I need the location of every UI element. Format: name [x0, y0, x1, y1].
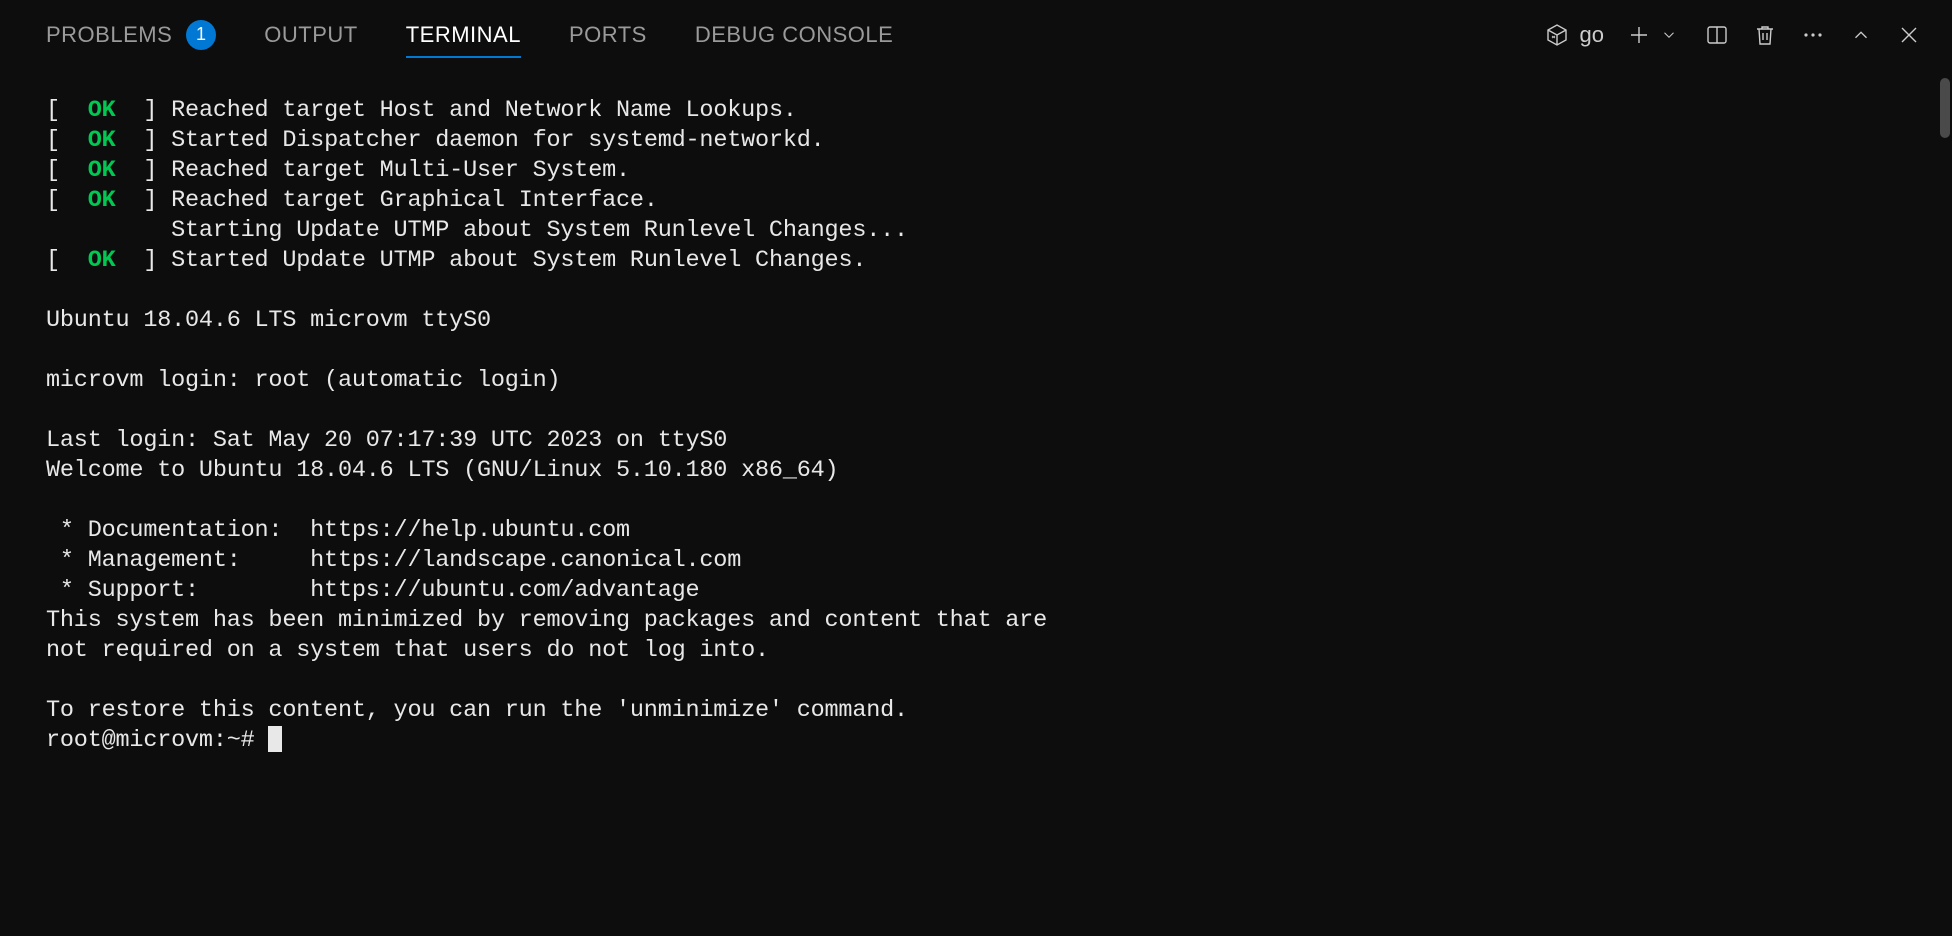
split-terminal-icon[interactable] — [1704, 22, 1730, 48]
terminal-line: [ OK ] Reached target Graphical Interfac… — [46, 186, 1906, 216]
tab-label: DEBUG CONSOLE — [695, 22, 893, 48]
terminal-line: root@microvm:~# — [46, 726, 1906, 756]
scrollbar-thumb[interactable] — [1940, 78, 1950, 138]
tab-problems[interactable]: PROBLEMS 1 — [46, 12, 216, 57]
terminal-profile-label: go — [1580, 22, 1604, 48]
more-actions-icon[interactable] — [1800, 22, 1826, 48]
terminal-line: * Documentation: https://help.ubuntu.com — [46, 516, 1906, 546]
terminal-line: * Management: https://landscape.canonica… — [46, 546, 1906, 576]
tab-debug-console[interactable]: DEBUG CONSOLE — [695, 12, 893, 57]
tab-label: TERMINAL — [406, 22, 521, 48]
terminal-line: [ OK ] Reached target Host and Network N… — [46, 96, 1906, 126]
close-panel-icon[interactable] — [1896, 22, 1922, 48]
tab-label: PORTS — [569, 22, 647, 48]
terminal-line: Ubuntu 18.04.6 LTS microvm ttyS0 — [46, 306, 1906, 336]
terminal-profile-icon — [1544, 22, 1570, 48]
terminal-line: * Support: https://ubuntu.com/advantage — [46, 576, 1906, 606]
problems-badge: 1 — [186, 20, 216, 50]
terminal-line — [46, 276, 1906, 306]
maximize-panel-icon[interactable] — [1848, 22, 1874, 48]
terminal-line: [ OK ] Started Update UTMP about System … — [46, 246, 1906, 276]
kill-terminal-icon[interactable] — [1752, 22, 1778, 48]
new-terminal-dropdown-icon[interactable] — [1656, 22, 1682, 48]
terminal-line: To restore this content, you can run the… — [46, 696, 1906, 726]
terminal-cursor — [268, 726, 282, 752]
tab-label: OUTPUT — [264, 22, 357, 48]
terminal-line: Last login: Sat May 20 07:17:39 UTC 2023… — [46, 426, 1906, 456]
terminal-line — [46, 336, 1906, 366]
terminal-line: Welcome to Ubuntu 18.04.6 LTS (GNU/Linux… — [46, 456, 1906, 486]
terminal-line — [46, 486, 1906, 516]
scrollbar-track[interactable] — [1938, 58, 1952, 936]
tab-label: PROBLEMS — [46, 22, 172, 48]
terminal-line: Starting Update UTMP about System Runlev… — [46, 216, 1906, 246]
terminal-line: This system has been minimized by removi… — [46, 606, 1906, 636]
terminal-line: not required on a system that users do n… — [46, 636, 1906, 666]
terminal-output[interactable]: [ OK ] Reached target Host and Network N… — [0, 58, 1952, 756]
terminal-line: [ OK ] Reached target Multi-User System. — [46, 156, 1906, 186]
tab-terminal[interactable]: TERMINAL — [406, 12, 521, 57]
tab-output[interactable]: OUTPUT — [264, 12, 357, 57]
tab-ports[interactable]: PORTS — [569, 12, 647, 57]
terminal-line: microvm login: root (automatic login) — [46, 366, 1906, 396]
terminal-line — [46, 396, 1906, 426]
terminal-profile-selector[interactable]: go — [1544, 22, 1604, 48]
terminal-line — [46, 666, 1906, 696]
terminal-line: [ OK ] Started Dispatcher daemon for sys… — [46, 126, 1906, 156]
new-terminal-icon[interactable] — [1626, 22, 1652, 48]
